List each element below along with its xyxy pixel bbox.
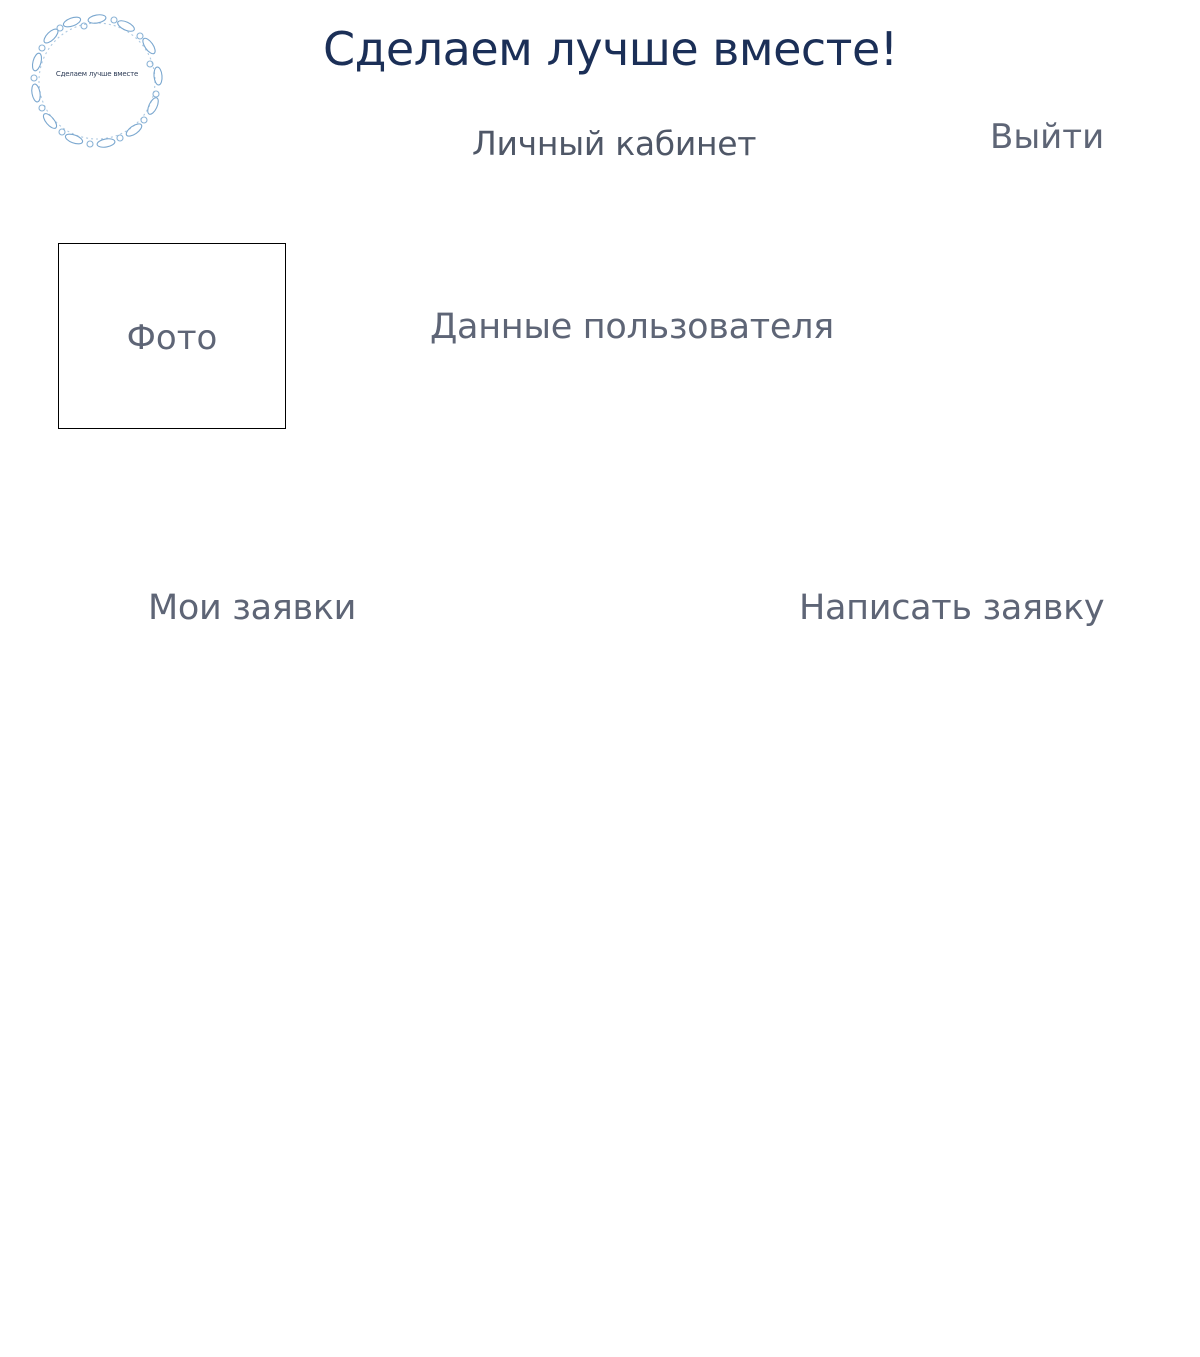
page-title: Личный кабинет xyxy=(472,124,757,163)
my-requests-link[interactable]: Мои заявки xyxy=(148,588,356,628)
site-title: Сделаем лучше вместе! xyxy=(323,22,898,76)
photo-placeholder-label: Фото xyxy=(126,318,218,358)
logo[interactable]: Сделаем лучше вместе xyxy=(22,6,172,156)
user-data-label: Данные пользователя xyxy=(430,307,834,347)
logo-text: Сделаем лучше вместе xyxy=(55,70,139,78)
wreath-logo-icon xyxy=(30,14,163,148)
profile-photo[interactable]: Фото xyxy=(58,243,286,429)
write-request-link[interactable]: Написать заявку xyxy=(799,588,1105,628)
logout-link[interactable]: Выйти xyxy=(990,117,1104,157)
